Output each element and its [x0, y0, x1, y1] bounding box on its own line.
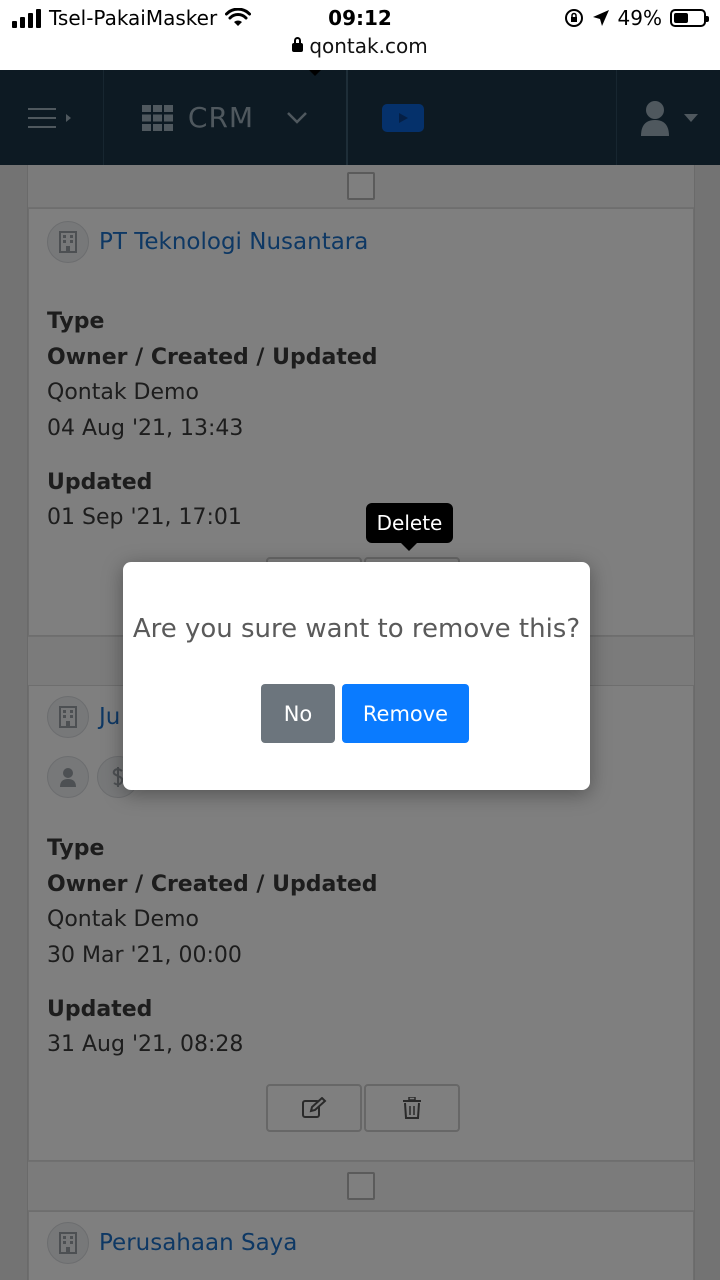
rotation-lock-icon [564, 9, 583, 27]
address-bar[interactable]: qontak.com [0, 34, 720, 58]
status-bar: Tsel-PakaiMasker 09:12 qontak.com 49% [0, 0, 720, 70]
delete-tooltip: Delete [366, 503, 453, 551]
location-icon [592, 10, 609, 26]
url-text: qontak.com [309, 34, 428, 58]
battery-fill [674, 13, 688, 23]
status-right: 49% [564, 6, 709, 30]
battery-percent: 49% [617, 6, 662, 30]
confirm-dialog: Are you sure want to remove this? No Rem… [123, 562, 590, 790]
remove-button[interactable]: Remove [342, 684, 469, 743]
no-button[interactable]: No [261, 684, 335, 743]
battery-icon [670, 9, 709, 27]
dialog-message: Are you sure want to remove this? [132, 614, 581, 644]
lock-icon [292, 37, 304, 52]
